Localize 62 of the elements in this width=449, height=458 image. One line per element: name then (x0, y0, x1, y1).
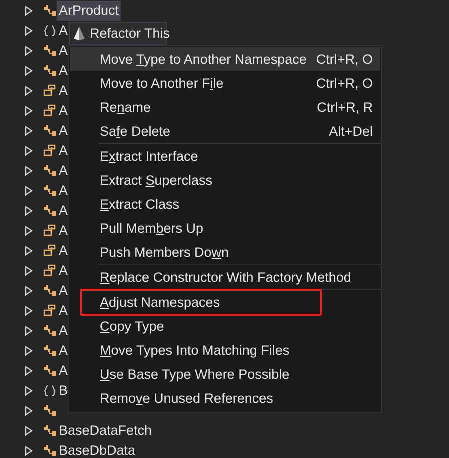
tree-item[interactable]: A (57, 141, 70, 161)
pyramid-icon (73, 26, 86, 41)
menu-item[interactable]: Extract Class (70, 192, 380, 216)
tree-item[interactable]: A (57, 121, 70, 141)
tree-item[interactable]: A (57, 81, 70, 101)
struct-icon (43, 104, 57, 118)
class-icon (43, 444, 57, 458)
tree-item[interactable]: A (57, 201, 70, 221)
menu-item[interactable]: Move Type to Another Namespace Ctrl+R, O (70, 47, 380, 71)
tree-item[interactable]: BaseDbData (57, 441, 138, 458)
tree-item[interactable]: A (57, 341, 70, 361)
tree-item[interactable]: A (57, 41, 70, 61)
class-icon (43, 344, 57, 358)
class-icon (43, 204, 57, 218)
tree-item[interactable]: A (57, 301, 70, 321)
class-icon (43, 324, 57, 338)
menu-item[interactable]: Copy Type (70, 314, 380, 338)
menu-item[interactable]: Pull Members Up (70, 216, 380, 240)
menu-item[interactable]: Safe Delete Alt+Del (70, 119, 380, 143)
class-icon (43, 184, 57, 198)
class-icon (43, 124, 57, 138)
menu-item[interactable]: Replace Constructor With Factory Method (70, 265, 380, 289)
struct-icon (43, 144, 57, 158)
class-icon (43, 404, 57, 418)
class-icon (43, 364, 57, 378)
tree-item[interactable]: A (57, 281, 70, 301)
menu-item[interactable]: Use Base Type Where Possible (70, 362, 380, 386)
struct-icon (43, 244, 57, 258)
menu-item[interactable]: Move Types Into Matching Files (70, 338, 380, 362)
class-icon (43, 424, 57, 438)
class-icon (43, 4, 57, 18)
namespace-icon (43, 24, 57, 38)
class-icon (43, 284, 57, 298)
struct-icon (43, 84, 57, 98)
class-icon (43, 64, 57, 78)
struct-icon (43, 264, 57, 278)
menu-item[interactable]: Remove Unused References (70, 386, 380, 410)
tree-item[interactable]: A (57, 321, 70, 341)
struct-icon (43, 304, 57, 318)
menu-item[interactable]: Rename Ctrl+R, R (70, 95, 380, 119)
struct-icon (43, 224, 57, 238)
menu-item[interactable]: Adjust Namespaces (70, 290, 380, 314)
tree-item[interactable]: A (57, 21, 70, 41)
tree-item[interactable]: B (57, 381, 70, 401)
menu-item[interactable]: Extract Interface (70, 144, 380, 168)
menu-item[interactable]: Extract Superclass (70, 168, 380, 192)
menu-item[interactable]: Push Members Down (70, 240, 380, 264)
tree-item[interactable]: A (57, 181, 70, 201)
tree-item[interactable]: A (57, 161, 70, 181)
tree-item[interactable]: ArProduct (57, 1, 122, 21)
tree-item[interactable]: A (57, 101, 70, 121)
class-icon (43, 164, 57, 178)
namespace-icon (43, 384, 57, 398)
tree-item[interactable]: A (57, 241, 70, 261)
tree-item[interactable]: A (57, 61, 70, 81)
tree-item[interactable]: A (57, 361, 70, 381)
tree-item[interactable]: A (57, 221, 70, 241)
class-icon (43, 44, 57, 58)
popup-title: Refactor This (90, 26, 170, 41)
tree-item[interactable]: A (57, 261, 70, 281)
menu-item[interactable]: Move to Another File Ctrl+R, O (70, 71, 380, 95)
tree-item[interactable]: BaseDataFetch (57, 421, 154, 441)
